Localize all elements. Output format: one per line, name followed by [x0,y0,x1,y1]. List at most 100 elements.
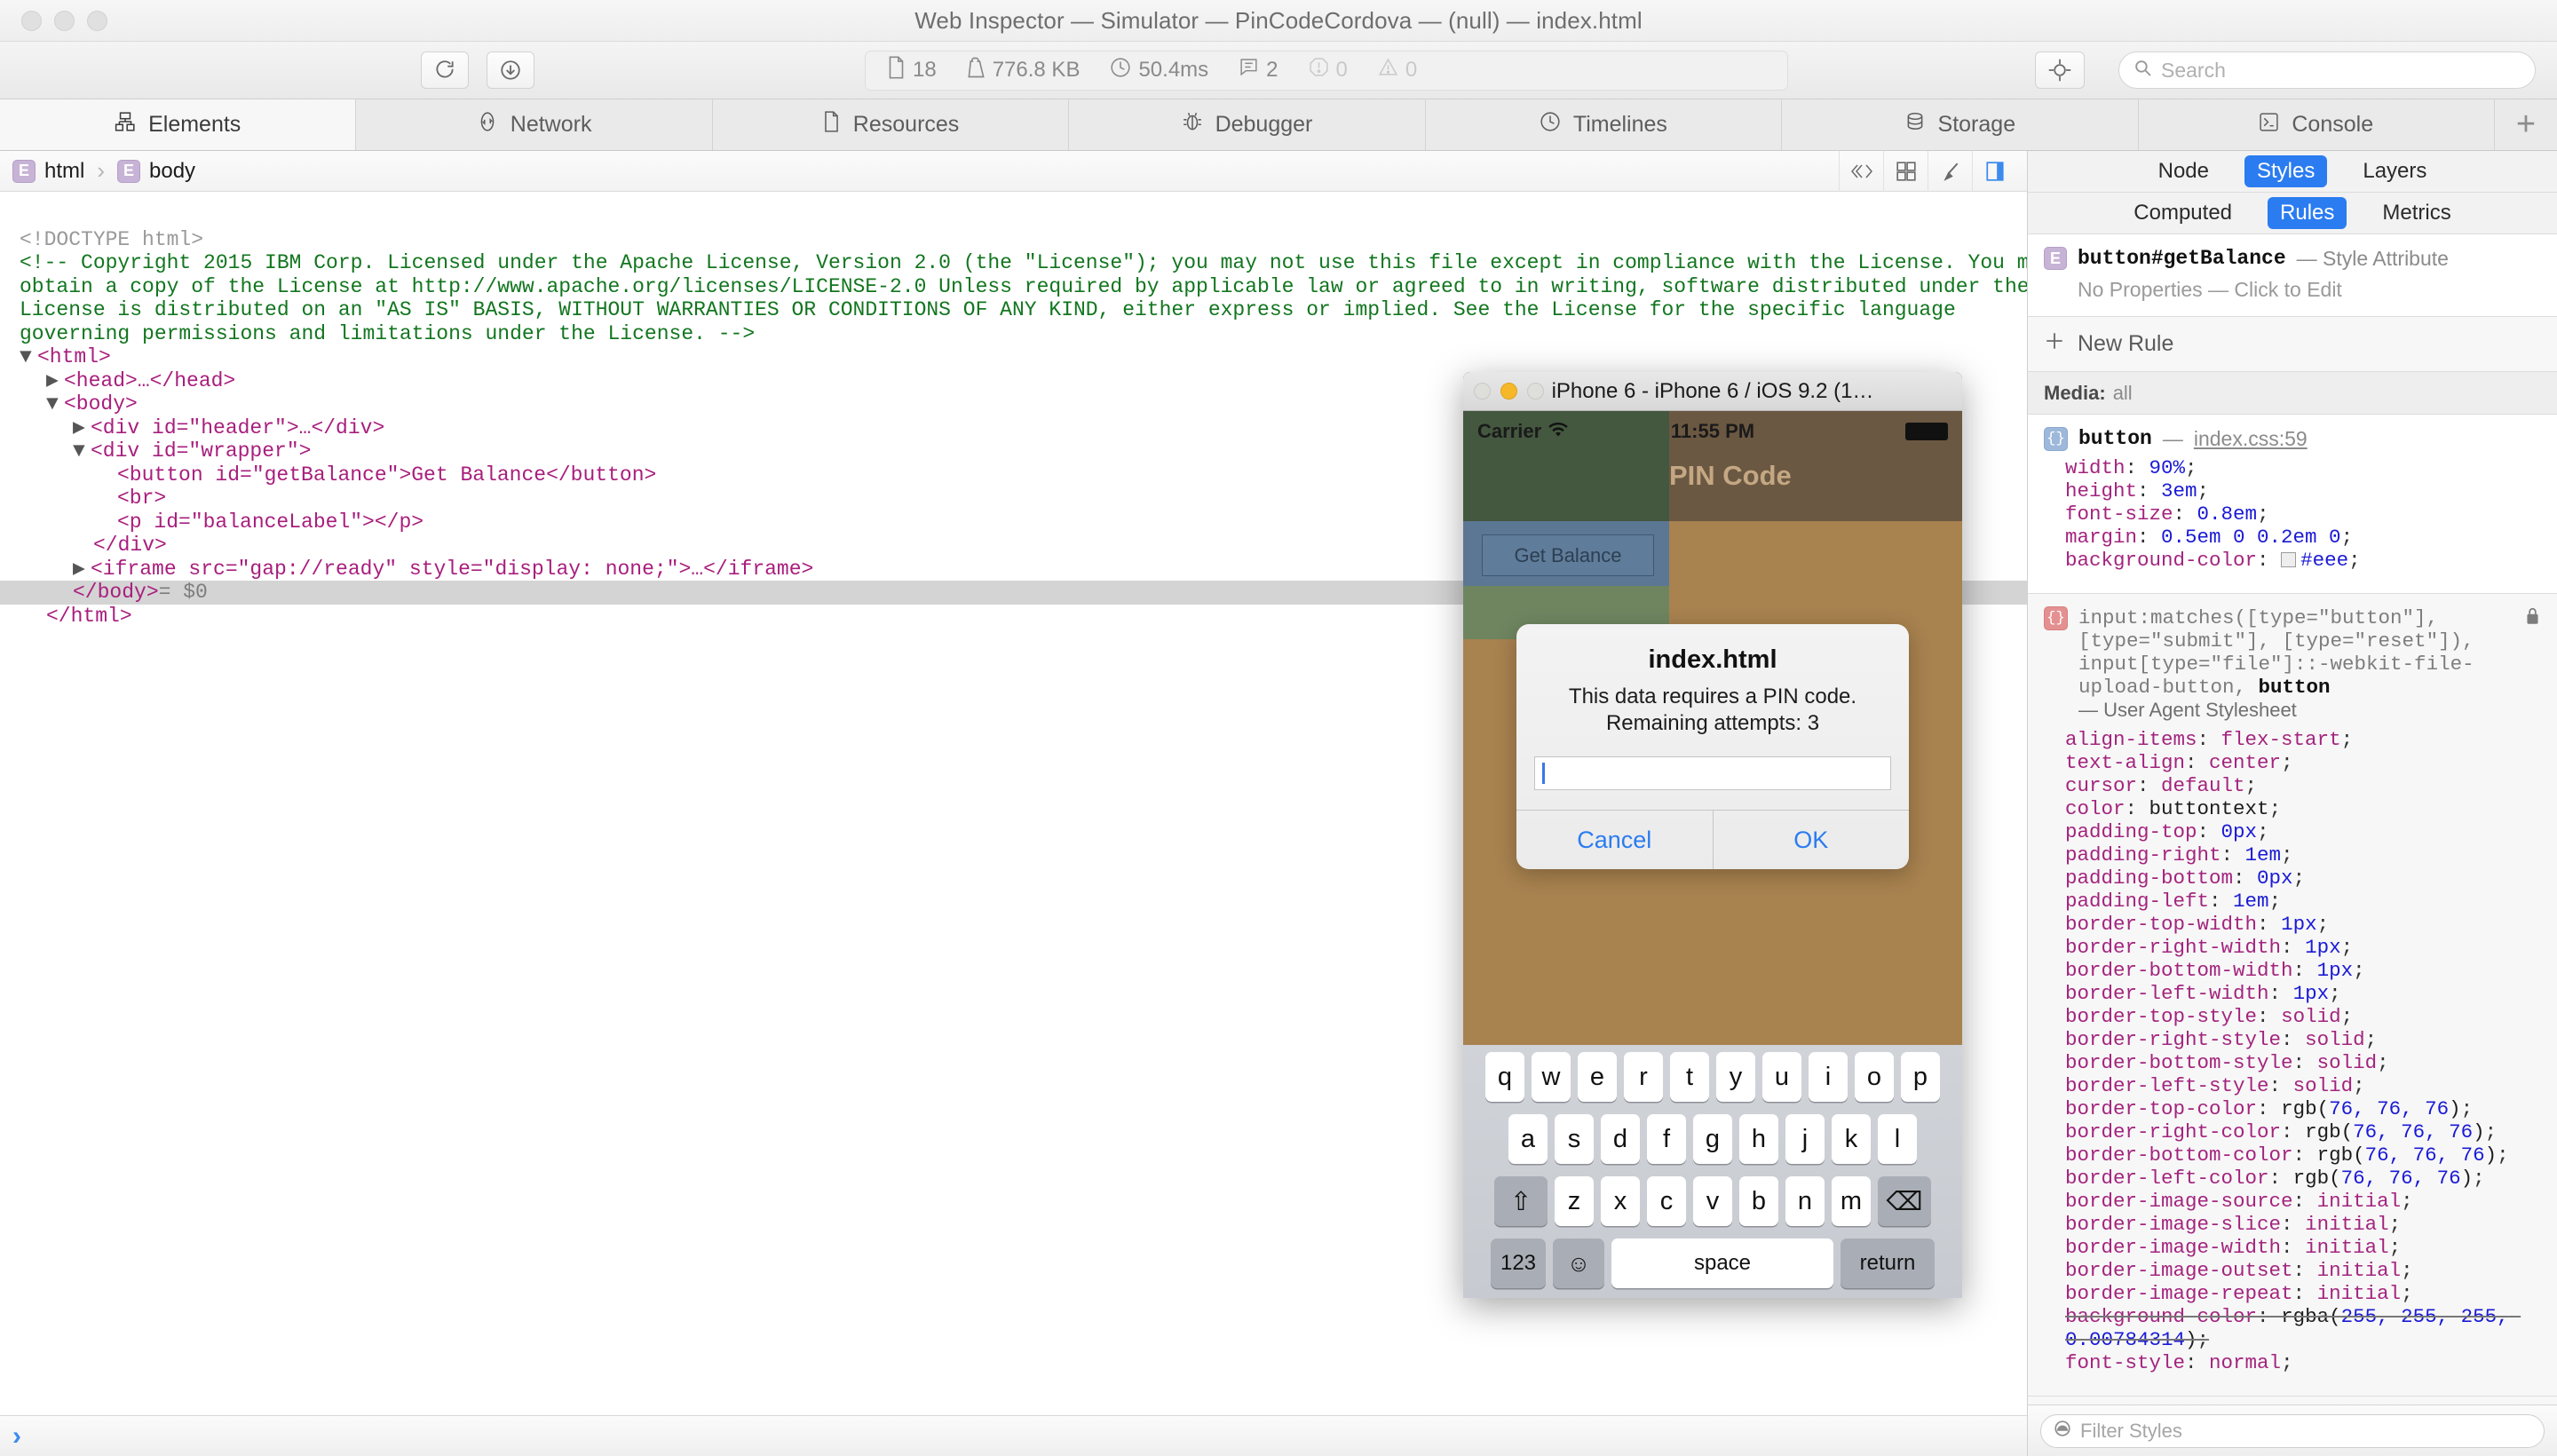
alert-ok-button[interactable]: OK [1712,811,1910,869]
key-f[interactable]: f [1647,1114,1686,1164]
disclosure-triangle-open-icon[interactable]: ▼ [73,439,91,463]
key-o[interactable]: o [1855,1052,1894,1102]
rule-author-button[interactable]: {} button — index.css:59 width: 90%; heig… [2028,415,2557,594]
paintbrush-icon[interactable] [1928,150,1972,192]
console-prompt-bar[interactable]: › [0,1415,2027,1456]
declaration[interactable]: border-right-width: 1px; [2065,936,2541,959]
declaration-list[interactable]: width: 90%; height: 3em; font-size: 0.8em;… [2044,451,2541,579]
key-m[interactable]: m [1832,1176,1871,1226]
source-code-icon[interactable] [1839,150,1883,192]
declaration-value[interactable]: center [2209,751,2281,774]
declaration-value[interactable]: solid [2281,1005,2341,1028]
declaration[interactable]: border-right-color: rgb(76, 76, 76); [2065,1120,2541,1143]
disclosure-triangle-closed-icon[interactable]: ▶ [46,369,64,393]
declaration[interactable]: font-style: normal; [2065,1351,2541,1374]
pin-code-alert-dialog[interactable]: index.html This data requires a PIN code… [1516,624,1909,869]
tab-elements[interactable]: Elements [0,99,357,150]
declaration[interactable]: border-bottom-width: 1px; [2065,959,2541,982]
key-p[interactable]: p [1901,1052,1940,1102]
key-s[interactable]: s [1555,1114,1594,1164]
sidebar-tab-layers[interactable]: Layers [2350,155,2439,187]
declaration-value[interactable]: initial [2317,1282,2402,1305]
declaration[interactable]: border-top-color: rgb(76, 76, 76); [2065,1097,2541,1120]
declaration[interactable]: font-size: 0.8em; [2065,502,2541,526]
key-v[interactable]: v [1693,1176,1732,1226]
get-balance-button[interactable]: Get Balance [1482,534,1654,576]
declaration[interactable]: border-image-width: initial; [2065,1236,2541,1259]
breadcrumb-item-body[interactable]: E body [117,159,195,184]
breadcrumb-item-html[interactable]: E html [12,159,84,184]
rule-selector[interactable]: button [2078,427,2152,450]
rule-user-agent[interactable]: {} input:matches([type="button"], [type=… [2028,594,2557,1397]
backspace-key[interactable]: ⌫ [1878,1176,1931,1226]
disclosure-triangle-closed-icon[interactable]: ▶ [73,558,91,582]
tab-timelines[interactable]: Timelines [1425,99,1783,150]
color-swatch[interactable] [2281,552,2297,567]
rule-empty-hint[interactable]: No Properties — Click to Edit [2078,278,2541,302]
declaration-value[interactable]: 1em [2245,843,2282,866]
sidebar-tab-node[interactable]: Node [2146,155,2221,187]
declaration[interactable]: border-image-repeat: initial; [2065,1282,2541,1305]
dom-node-html-open[interactable]: ▼ <html> [0,345,2027,369]
declaration-list[interactable]: align-items: flex-start; text-align: cent… [2044,723,2541,1381]
tab-console[interactable]: Console [2138,99,2495,150]
declaration[interactable]: align-items: flex-start; [2065,728,2541,751]
declaration[interactable]: width: 90%; [2065,456,2541,479]
rule-source-link[interactable]: index.css:59 [2194,427,2308,451]
declaration[interactable]: border-left-width: 1px; [2065,982,2541,1005]
toggle-sidebar-icon[interactable] [1972,150,2016,192]
declaration[interactable]: border-left-color: rgb(76, 76, 76); [2065,1167,2541,1190]
new-rule-button[interactable]: New Rule [2028,317,2557,372]
declaration[interactable]: height: 3em; [2065,479,2541,502]
declaration[interactable]: border-image-slice: initial; [2065,1213,2541,1236]
declaration[interactable]: padding-right: 1em; [2065,843,2541,866]
declaration-value[interactable]: 1px [2281,913,2317,936]
key-c[interactable]: c [1647,1176,1686,1226]
declaration[interactable]: border-left-style: solid; [2065,1074,2541,1097]
key-g[interactable]: g [1693,1114,1732,1164]
declaration[interactable]: text-align: center; [2065,751,2541,774]
ios-keyboard[interactable]: q w e r t y u i o p a s d f g h j k l ⇧ … [1463,1045,1962,1298]
disclosure-triangle-closed-icon[interactable]: ▶ [73,416,91,440]
declaration[interactable]: border-image-outset: initial; [2065,1259,2541,1282]
shift-key[interactable]: ⇧ [1494,1176,1548,1226]
declaration-value[interactable]: 1px [2293,982,2330,1005]
space-key[interactable]: space [1611,1238,1833,1288]
key-x[interactable]: x [1601,1176,1640,1226]
key-z[interactable]: z [1555,1176,1594,1226]
declaration[interactable]: margin: 0.5em 0 0.2em 0; [2065,526,2541,549]
declaration-value[interactable]: buttontext [2149,797,2269,820]
declaration-overridden[interactable]: background-color: rgba(255, 255, 255, 0.… [2065,1305,2541,1351]
key-a[interactable]: a [1508,1114,1548,1164]
key-q[interactable]: q [1485,1052,1524,1102]
declaration[interactable]: padding-bottom: 0px; [2065,866,2541,890]
rule-selector[interactable]: button#getBalance [2078,247,2286,270]
sidebar-tab-metrics[interactable]: Metrics [2370,197,2463,229]
declaration-value[interactable]: 0px [2221,820,2258,843]
declaration-value[interactable]: solid [2317,1051,2378,1074]
key-k[interactable]: k [1832,1114,1871,1164]
declaration-value[interactable]: 0.5em 0 0.2em 0 [2161,526,2341,549]
key-h[interactable]: h [1739,1114,1778,1164]
key-t[interactable]: t [1670,1052,1709,1102]
key-l[interactable]: l [1878,1114,1917,1164]
key-i[interactable]: i [1809,1052,1848,1102]
declaration-value[interactable]: 3em [2161,479,2197,502]
declaration-value[interactable]: 0px [2257,866,2293,890]
key-r[interactable]: r [1624,1052,1663,1102]
key-u[interactable]: u [1762,1052,1801,1102]
key-b[interactable]: b [1739,1176,1778,1226]
add-tab-button[interactable]: + [2495,99,2557,150]
key-y[interactable]: y [1716,1052,1755,1102]
numbers-key[interactable]: 123 [1491,1238,1546,1288]
disclosure-triangle-open-icon[interactable]: ▼ [46,392,64,416]
return-key[interactable]: return [1841,1238,1935,1288]
disclosure-triangle-open-icon[interactable]: ▼ [20,345,37,369]
declaration[interactable]: padding-top: 0px; [2065,820,2541,843]
tab-resources[interactable]: Resources [712,99,1070,150]
tab-storage[interactable]: Storage [1782,99,2139,150]
declaration[interactable]: cursor: default; [2065,774,2541,797]
declaration-value[interactable]: default [2161,774,2245,797]
tab-network[interactable]: Network [356,99,713,150]
declaration-value[interactable]: initial [2305,1236,2389,1259]
